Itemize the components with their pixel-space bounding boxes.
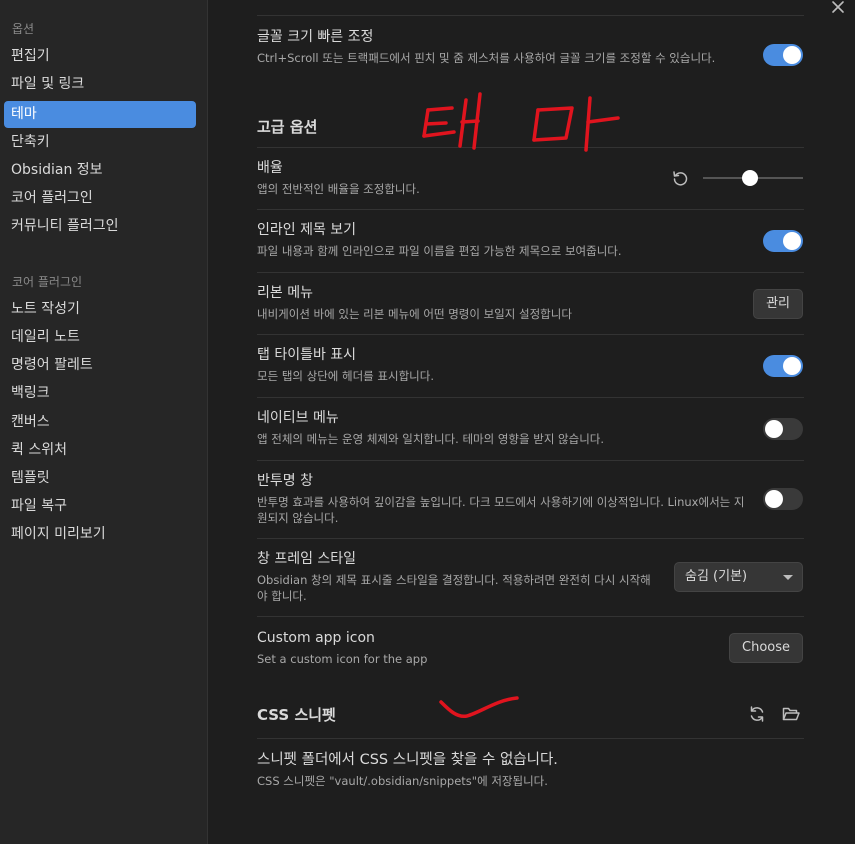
sidebar-item-canvas[interactable]: 캔버스 <box>4 409 196 436</box>
sidebar-heading-options: 옵션 <box>12 22 35 36</box>
sidebar-item-daily-notes[interactable]: 데일리 노트 <box>4 324 196 351</box>
reload-icon[interactable] <box>747 704 767 724</box>
divider <box>257 147 804 148</box>
sidebar-item-backlinks[interactable]: 백링크 <box>4 380 196 407</box>
divider <box>257 538 804 539</box>
divider <box>257 334 804 335</box>
sidebar-item-command-palette[interactable]: 명령어 팔레트 <box>4 352 196 379</box>
setting-desc: 파일 내용과 함께 인라인으로 파일 이름을 편집 가능한 제목으로 보여줍니다… <box>257 244 622 258</box>
advanced-options-heading: 고급 옵션 <box>257 118 318 136</box>
zoom-slider-group <box>671 168 803 188</box>
setting-desc: Obsidian 창의 제목 표시줄 스타일을 결정합니다. 적용하려면 완전히… <box>257 573 651 603</box>
close-icon[interactable] <box>829 0 847 18</box>
setting-desc: Set a custom icon for the app <box>257 652 428 666</box>
manage-ribbon-button[interactable]: 관리 <box>753 289 803 319</box>
setting-desc: 반투명 효과를 사용하여 깊이감을 높입니다. 다크 모드에서 사용하기에 이상… <box>257 495 745 525</box>
toggle-knob <box>765 490 783 508</box>
sidebar-item-templates[interactable]: 템플릿 <box>4 465 196 492</box>
folder-open-icon[interactable] <box>781 704 801 724</box>
css-snippets-heading: CSS 스니펫 <box>257 706 336 724</box>
setting-desc: 앱 전체의 메뉴는 운영 체제와 일치합니다. 테마의 영향을 받지 않습니다. <box>257 432 605 446</box>
zoom-slider-thumb[interactable] <box>742 170 758 186</box>
setting-desc: 모든 탭의 상단에 헤더를 표시합니다. <box>257 369 434 383</box>
translucent-toggle[interactable] <box>763 488 803 510</box>
sidebar-item-note-composer[interactable]: 노트 작성기 <box>4 296 196 323</box>
frame-style-select[interactable]: 숨김 (기본) <box>674 562 803 592</box>
toggle-knob <box>783 357 801 375</box>
setting-name: 리본 메뉴 <box>257 285 313 301</box>
sidebar-item-file-recovery[interactable]: 파일 복구 <box>4 493 196 520</box>
divider <box>257 616 804 617</box>
setting-name: 글꼴 크기 빠른 조정 <box>257 29 374 45</box>
native-menu-toggle[interactable] <box>763 418 803 440</box>
font-scroll-toggle[interactable] <box>763 44 803 66</box>
setting-translucent-window: 반투명 창 반투명 효과를 사용하여 깊이감을 높입니다. 다크 모드에서 사용… <box>257 471 804 526</box>
setting-font-scroll: 글꼴 크기 빠른 조정 Ctrl+Scroll 또는 트랙패드에서 핀치 및 줌… <box>257 27 804 66</box>
setting-name: 인라인 제목 보기 <box>257 222 357 238</box>
css-empty-desc: CSS 스니펫은 "vault/.obsidian/snippets"에 저장됩… <box>257 774 548 788</box>
setting-native-menu: 네이티브 메뉴 앱 전체의 메뉴는 운영 체제와 일치합니다. 테마의 영향을 … <box>257 408 804 447</box>
divider <box>257 209 804 210</box>
toggle-knob <box>783 232 801 250</box>
settings-content: 글꼴 크기 빠른 조정 Ctrl+Scroll 또는 트랙패드에서 핀치 및 줌… <box>209 0 855 844</box>
setting-name: 반투명 창 <box>257 473 313 489</box>
toggle-knob <box>783 46 801 64</box>
sidebar-item-editor[interactable]: 편집기 <box>4 43 196 70</box>
divider <box>257 272 804 273</box>
setting-custom-app-icon: Custom app icon Set a custom icon for th… <box>257 628 804 667</box>
setting-name: 탭 타이틀바 표시 <box>257 347 357 363</box>
settings-sidebar: 옵션 편집기 파일 및 링크 테마 단축키 Obsidian 정보 코어 플러그… <box>0 0 208 844</box>
sidebar-item-quick-switcher[interactable]: 퀵 스위처 <box>4 437 196 464</box>
divider <box>257 15 804 16</box>
setting-inline-title: 인라인 제목 보기 파일 내용과 함께 인라인으로 파일 이름을 편집 가능한 … <box>257 220 804 259</box>
tab-titlebar-toggle[interactable] <box>763 355 803 377</box>
sidebar-heading-core-plugins: 코어 플러그인 <box>12 275 83 289</box>
setting-ribbon-menu: 리본 메뉴 내비게이션 바에 있는 리본 메뉴에 어떤 명령이 보일지 설정합니… <box>257 283 804 322</box>
sidebar-item-community-plugins[interactable]: 커뮤니티 플러그인 <box>4 213 196 240</box>
frame-style-selected: 숨김 (기본) <box>685 569 748 584</box>
toggle-knob <box>765 420 783 438</box>
chevron-down-icon <box>783 575 793 580</box>
sidebar-item-files-links[interactable]: 파일 및 링크 <box>4 71 196 98</box>
divider <box>257 397 804 398</box>
css-empty-title: 스니펫 폴더에서 CSS 스니펫을 찾을 수 없습니다. <box>257 752 558 768</box>
setting-name: Custom app icon <box>257 630 375 646</box>
reset-icon[interactable] <box>671 169 689 187</box>
divider <box>257 460 804 461</box>
setting-tab-titlebar: 탭 타이틀바 표시 모든 탭의 상단에 헤더를 표시합니다. <box>257 345 804 384</box>
sidebar-item-about[interactable]: Obsidian 정보 <box>4 157 196 184</box>
setting-name: 네이티브 메뉴 <box>257 410 339 426</box>
divider <box>257 738 804 739</box>
css-snippets-empty: 스니펫 폴더에서 CSS 스니펫을 찾을 수 없습니다. CSS 스니펫은 "v… <box>257 750 804 789</box>
sidebar-item-page-preview[interactable]: 페이지 미리보기 <box>4 521 196 548</box>
sidebar-item-hotkeys[interactable]: 단축키 <box>4 129 196 156</box>
setting-desc: 내비게이션 바에 있는 리본 메뉴에 어떤 명령이 보일지 설정합니다 <box>257 307 572 321</box>
choose-icon-button[interactable]: Choose <box>729 633 803 663</box>
sidebar-item-core-plugins[interactable]: 코어 플러그인 <box>4 185 196 212</box>
sidebar-item-appearance[interactable]: 테마 <box>4 101 196 128</box>
inline-title-toggle[interactable] <box>763 230 803 252</box>
setting-desc: Ctrl+Scroll 또는 트랙패드에서 핀치 및 줌 제스처를 사용하여 글… <box>257 51 716 65</box>
handwritten-checkmark <box>439 696 519 719</box>
